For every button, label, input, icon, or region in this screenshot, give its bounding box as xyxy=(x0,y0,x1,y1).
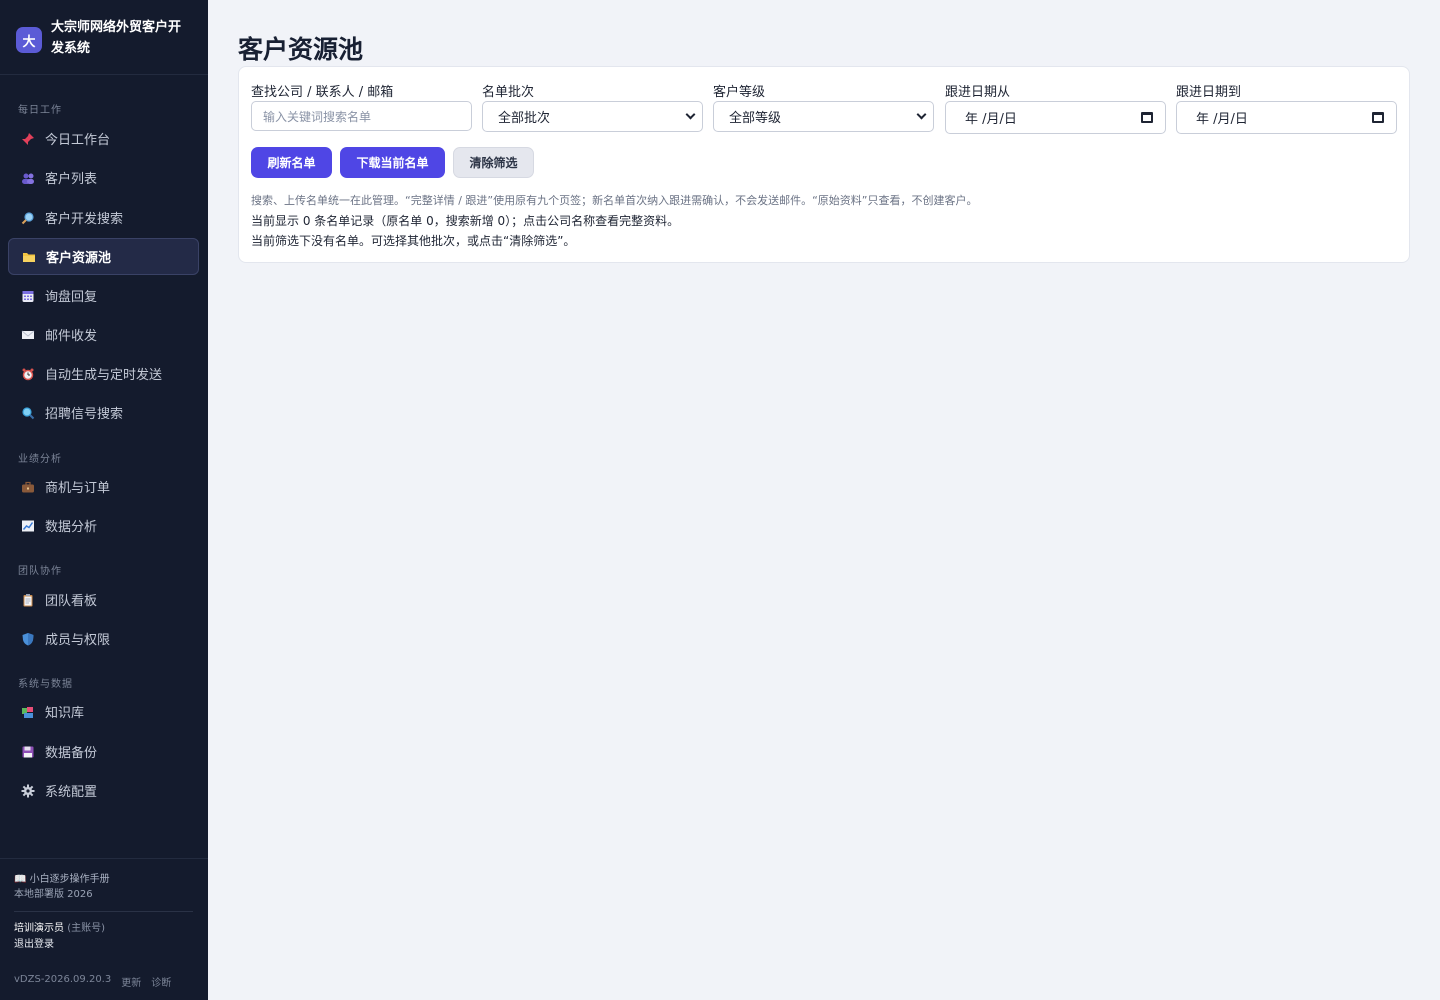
batch-select[interactable]: 全部批次 xyxy=(482,101,703,132)
version-label: vDZS-2026.09.20.3 xyxy=(14,974,112,985)
sidebar-item-team-board[interactable]: 团队看板 xyxy=(8,581,199,618)
sidebar-item-label: 成员与权限 xyxy=(45,633,111,648)
date-from-field: 跟进日期从 年 /月/日 xyxy=(945,81,1166,134)
level-label: 客户等级 xyxy=(713,85,766,100)
sidebar-item-label: 知识库 xyxy=(45,706,85,721)
sidebar-item-backup[interactable]: 数据备份 xyxy=(8,733,199,770)
search-field: 查找公司 / 联系人 / 邮箱 输入关键词搜索名单 xyxy=(251,81,472,131)
people-icon xyxy=(20,170,36,186)
pin-icon xyxy=(20,131,36,147)
calendar-icon[interactable] xyxy=(1372,112,1384,123)
sidebar-item-label: 客户列表 xyxy=(45,172,98,187)
clipboard-icon xyxy=(20,592,36,608)
sidebar-item-label: 商机与订单 xyxy=(45,481,111,496)
manual-block: 📖 小白逐步操作手册 本地部署版 2026 xyxy=(14,872,110,902)
sidebar-item-members[interactable]: 成员与权限 xyxy=(8,620,199,657)
alarm-clock-icon xyxy=(20,366,36,382)
briefcase-icon xyxy=(20,479,36,495)
sidebar-item-label: 今日工作台 xyxy=(45,133,111,148)
divider xyxy=(14,911,193,912)
user-name: 培训演示员 xyxy=(14,923,64,934)
search-icon xyxy=(20,405,36,421)
manual-link[interactable]: 📖 小白逐步操作手册 xyxy=(14,872,110,887)
gear-icon xyxy=(20,783,36,799)
sidebar-item-label: 系统配置 xyxy=(45,785,98,800)
user-role: (主账号) xyxy=(67,923,105,934)
sidebar-item-label: 邮件收发 xyxy=(45,329,98,344)
logout-link[interactable]: 退出登录 xyxy=(14,937,105,953)
page-title: 客户资源池 xyxy=(238,35,364,64)
search-input[interactable]: 输入关键词搜索名单 xyxy=(251,101,472,131)
sidebar-item-data-analysis[interactable]: 数据分析 xyxy=(8,507,199,544)
sidebar-item-label: 数据备份 xyxy=(45,746,98,761)
sidebar-item-opportunities[interactable]: 商机与订单 xyxy=(8,468,199,505)
search-label: 查找公司 / 联系人 / 邮箱 xyxy=(251,85,394,100)
refresh-button[interactable]: 刷新名单 xyxy=(251,147,332,178)
nav-group-performance: 业绩分析 xyxy=(18,454,62,465)
sidebar-item-knowledge[interactable]: 知识库 xyxy=(8,693,199,730)
search-placeholder: 输入关键词搜索名单 xyxy=(263,109,372,124)
chevron-down-icon xyxy=(685,109,696,120)
brand-logo: 大 xyxy=(16,27,42,53)
sidebar-item-label: 客户开发搜索 xyxy=(45,212,124,227)
batch-value: 全部批次 xyxy=(498,111,551,126)
record-count: 当前显示 0 条名单记录（原名单 0，搜索新增 0）；点击公司名称查看完整资料。 xyxy=(251,214,680,228)
deploy-version: 本地部署版 2026 xyxy=(14,889,93,900)
sidebar: 大 大宗师网络外贸客户开发系统 每日工作 今日工作台 客户列表 客户开发搜索 客… xyxy=(0,0,208,1000)
folder-icon xyxy=(21,249,37,265)
books-icon xyxy=(20,704,36,720)
update-link[interactable]: 更新 xyxy=(121,974,141,989)
version-bar: vDZS-2026.09.20.3 更新 诊断 xyxy=(14,974,171,989)
envelope-icon xyxy=(20,327,36,343)
sidebar-item-today-workbench[interactable]: 今日工作台 xyxy=(8,120,199,157)
magnifier-icon xyxy=(20,210,36,226)
filter-card: 查找公司 / 联系人 / 邮箱 输入关键词搜索名单 名单批次 全部批次 客户等级… xyxy=(238,66,1410,263)
chevron-down-icon xyxy=(916,109,927,120)
sidebar-item-label: 数据分析 xyxy=(45,520,98,535)
help-text: 搜索、上传名单统一在此管理。“完整详情 / 跟进”使用原有九个页签；新名单首次纳… xyxy=(251,194,978,207)
sidebar-item-label: 客户资源池 xyxy=(46,251,112,266)
empty-message: 当前筛选下没有名单。可选择其他批次，或点击“清除筛选”。 xyxy=(251,234,576,248)
sidebar-item-auto-send[interactable]: 自动生成与定时发送 xyxy=(8,355,199,392)
calendar-icon xyxy=(20,288,36,304)
sidebar-item-hiring-signal[interactable]: 招聘信号搜索 xyxy=(8,394,199,431)
date-from-input[interactable]: 年 /月/日 xyxy=(945,101,1166,134)
date-placeholder: 年 /月/日 xyxy=(965,112,1017,127)
brand-title: 大宗师网络外贸客户开发系统 xyxy=(51,20,182,56)
sidebar-item-email[interactable]: 邮件收发 xyxy=(8,316,199,353)
user-block: 培训演示员 (主账号) 退出登录 xyxy=(14,921,105,953)
level-value: 全部等级 xyxy=(729,111,782,126)
floppy-icon xyxy=(20,744,36,760)
level-select[interactable]: 全部等级 xyxy=(713,101,934,132)
sidebar-item-inquiry-reply[interactable]: 询盘回复 xyxy=(8,277,199,314)
nav-group-team: 团队协作 xyxy=(18,566,62,577)
nav-group-daily: 每日工作 xyxy=(18,105,62,116)
diagnose-link[interactable]: 诊断 xyxy=(151,974,171,989)
sidebar-item-label: 招聘信号搜索 xyxy=(45,407,124,422)
date-to-label: 跟进日期到 xyxy=(1176,85,1242,100)
nav-group-system: 系统与数据 xyxy=(18,679,73,690)
chart-icon xyxy=(20,518,36,534)
sidebar-item-resource-pool[interactable]: 客户资源池 xyxy=(8,238,199,275)
date-placeholder: 年 /月/日 xyxy=(1196,112,1248,127)
sidebar-footer-divider xyxy=(0,858,208,859)
sidebar-item-label: 自动生成与定时发送 xyxy=(45,368,163,383)
date-to-field: 跟进日期到 年 /月/日 xyxy=(1176,81,1397,134)
download-button[interactable]: 下载当前名单 xyxy=(340,147,445,178)
clear-filter-button[interactable]: 清除筛选 xyxy=(453,147,534,178)
batch-label: 名单批次 xyxy=(482,85,535,100)
calendar-icon[interactable] xyxy=(1141,112,1153,123)
batch-field: 名单批次 全部批次 xyxy=(482,81,703,132)
sidebar-item-dev-search[interactable]: 客户开发搜索 xyxy=(8,199,199,236)
sidebar-item-customer-list[interactable]: 客户列表 xyxy=(8,159,199,196)
sidebar-item-label: 询盘回复 xyxy=(45,290,98,305)
date-from-label: 跟进日期从 xyxy=(945,85,1011,100)
sidebar-item-label: 团队看板 xyxy=(45,594,98,609)
shield-icon xyxy=(20,631,36,647)
brand: 大 大宗师网络外贸客户开发系统 xyxy=(0,0,208,75)
date-to-input[interactable]: 年 /月/日 xyxy=(1176,101,1397,134)
sidebar-item-settings[interactable]: 系统配置 xyxy=(8,772,199,809)
level-field: 客户等级 全部等级 xyxy=(713,81,934,132)
